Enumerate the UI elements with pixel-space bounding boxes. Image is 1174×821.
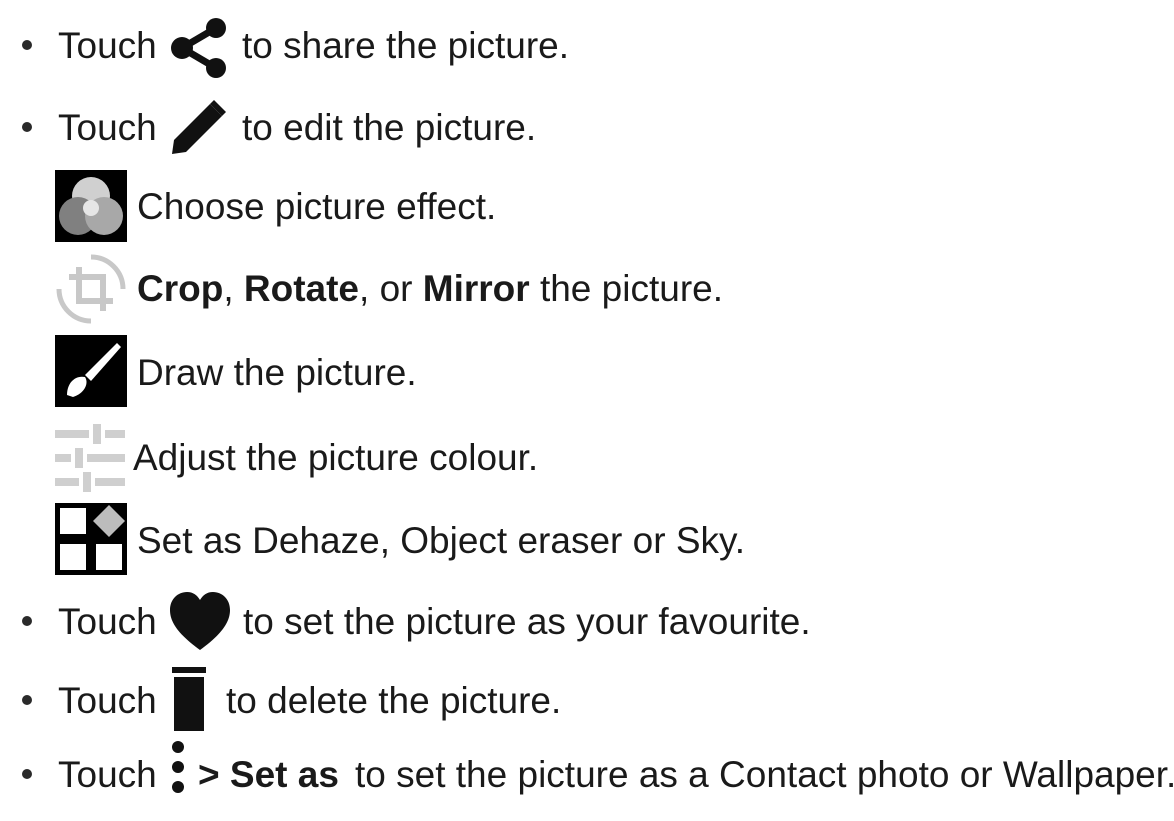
item-suffix: to share the picture. <box>242 24 570 66</box>
separator: , or <box>359 267 423 309</box>
effects-icon <box>55 170 127 251</box>
item-text: Crop, Rotate, or Mirror the picture. <box>137 270 723 307</box>
item-prefix: Touch <box>58 600 157 642</box>
brush-icon <box>55 335 127 416</box>
list-item-delete: Touch to delete the picture. <box>0 665 1174 735</box>
list-item-effect: Choose picture effect. <box>0 170 1174 242</box>
item-text: Set as Dehaze, Object eraser or Sky. <box>137 519 746 561</box>
crop-rotate-icon <box>55 253 127 334</box>
item-suffix: to set the picture as your favourite. <box>243 600 811 642</box>
item-prefix: Touch <box>58 679 157 721</box>
list-item-adjust: Adjust the picture colour. <box>0 422 1174 492</box>
item-suffix: to set the picture as a Contact photo or… <box>355 753 1174 795</box>
item-suffix: to delete the picture. <box>226 679 562 721</box>
list-item-dehaze: Set as Dehaze, Object eraser or Sky. <box>0 503 1174 575</box>
mirror-label: Mirror <box>422 267 530 309</box>
list-item-share: Touch to share the picture. <box>0 10 1174 80</box>
rotate-label: Rotate <box>243 267 360 309</box>
list-item-set-as: Touch > Set as to set the picture as a C… <box>0 739 1174 809</box>
separator: , <box>223 267 244 309</box>
item-prefix: Touch <box>58 753 157 795</box>
item-text: Adjust the picture colour. <box>133 436 539 478</box>
bullet <box>22 769 32 779</box>
item-prefix: Touch <box>58 106 157 148</box>
pencil-icon <box>166 96 230 169</box>
item-suffix: to edit the picture. <box>242 106 537 148</box>
bullet <box>22 616 32 626</box>
list-item-crop: Crop, Rotate, or Mirror the picture. <box>0 253 1174 324</box>
bullet <box>22 40 32 50</box>
item-text: Draw the picture. <box>137 351 417 393</box>
list-item-edit: Touch to edit the picture. <box>0 92 1174 162</box>
share-icon <box>168 16 232 89</box>
grid-icon <box>55 503 127 584</box>
item-suffix: the picture. <box>529 267 724 309</box>
bullet <box>22 122 32 132</box>
list-item-favourite: Touch to set the picture as your favouri… <box>0 586 1174 656</box>
item-text: Choose picture effect. <box>137 185 497 227</box>
list-item-draw: Draw the picture. <box>0 335 1174 407</box>
heart-icon <box>168 590 232 661</box>
trash-icon <box>172 667 206 740</box>
bullet <box>22 695 32 705</box>
item-prefix: Touch <box>58 24 157 66</box>
crop-label: Crop <box>137 267 224 309</box>
set-as-label: > Set as <box>198 753 339 795</box>
sliders-icon <box>55 424 127 501</box>
